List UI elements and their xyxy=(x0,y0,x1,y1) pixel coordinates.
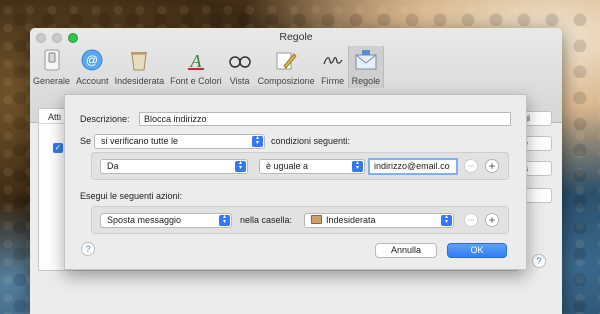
tab-font-e-colori[interactable]: A Font e Colori xyxy=(167,46,225,88)
preferences-toolbar: Generale @ Account Indesiderata A Font e… xyxy=(30,46,385,88)
chevron-updown-icon: ▴ ▾ xyxy=(235,160,246,172)
tab-account[interactable]: @ Account xyxy=(73,46,112,88)
condition-value-field[interactable]: indirizzo@email.co xyxy=(368,158,458,175)
description-label: Descrizione: xyxy=(80,114,130,124)
tab-label: Regole xyxy=(351,76,381,86)
tab-label: Firme xyxy=(321,76,345,86)
chevron-updown-icon: ▴ ▾ xyxy=(352,160,363,172)
at-sign-icon: @ xyxy=(80,48,104,72)
remove-condition-button[interactable]: − xyxy=(464,159,478,173)
conditions-box: Da ▴ ▾ è uguale a ▴ ▾ indirizzo@email.co −… xyxy=(91,152,509,180)
actions-box: Sposta messaggio ▴ ▾ nella casella: Indes… xyxy=(91,206,509,234)
action-type-popup[interactable]: Sposta messaggio ▴ ▾ xyxy=(100,213,232,228)
remove-action-button[interactable]: − xyxy=(464,213,478,227)
tab-indesiderata[interactable]: Indesiderata xyxy=(112,46,168,88)
rules-help-button[interactable]: ? xyxy=(532,254,546,268)
chevron-updown-icon: ▴ ▾ xyxy=(219,214,230,226)
description-field[interactable]: Blocca indirizzo xyxy=(139,112,511,126)
add-condition-button[interactable]: + xyxy=(485,159,499,173)
glasses-icon xyxy=(228,48,252,72)
mailbox-label: nella casella: xyxy=(240,215,293,225)
cancel-button[interactable]: Annulla xyxy=(375,243,437,258)
tab-label: Vista xyxy=(229,76,250,86)
if-label: Se xyxy=(80,136,92,146)
condition-mode-popup[interactable]: si verificano tutte le ▴ ▾ xyxy=(94,134,265,149)
rule-enabled-checkbox[interactable]: ✓ xyxy=(53,143,63,153)
tab-generale[interactable]: Generale xyxy=(30,46,73,88)
switch-icon xyxy=(40,48,64,72)
chevron-updown-icon: ▴ ▾ xyxy=(252,135,263,147)
action-type-value: Sposta messaggio xyxy=(107,215,182,225)
trash-junk-icon xyxy=(127,48,151,72)
chevron-updown-icon: ▴ ▾ xyxy=(441,214,452,226)
ok-button[interactable]: OK xyxy=(447,243,507,258)
pencil-icon xyxy=(274,48,298,72)
mailbox-popup[interactable]: Indesiderata ▴ ▾ xyxy=(304,213,454,228)
condition-operator-value: è uguale a xyxy=(266,161,309,171)
tab-label: Indesiderata xyxy=(114,76,165,86)
add-action-button[interactable]: + xyxy=(485,213,499,227)
condition-field-popup[interactable]: Da ▴ ▾ xyxy=(100,159,248,174)
font-icon: A xyxy=(184,48,208,72)
tab-firme[interactable]: Firme xyxy=(318,46,348,88)
tab-label: Generale xyxy=(33,76,71,86)
tab-composizione[interactable]: Composizione xyxy=(255,46,318,88)
svg-text:@: @ xyxy=(86,53,98,67)
signature-icon xyxy=(321,48,345,72)
window-title: Regole xyxy=(279,31,313,43)
condition-operator-popup[interactable]: è uguale a ▴ ▾ xyxy=(259,159,365,174)
tab-regole[interactable]: Regole xyxy=(347,46,385,88)
junk-mailbox-icon xyxy=(311,215,322,224)
mailbox-value: Indesiderata xyxy=(326,215,376,225)
tab-label: Composizione xyxy=(257,76,315,86)
condition-mode-value: si verificano tutte le xyxy=(101,136,179,146)
tab-vista[interactable]: Vista xyxy=(225,46,255,88)
actions-label: Esegui le seguenti azioni: xyxy=(80,191,183,201)
tab-label: Account xyxy=(76,76,109,86)
tab-label: Font e Colori xyxy=(170,76,222,86)
conditions-suffix-label: condizioni seguenti: xyxy=(271,136,351,146)
condition-field-value: Da xyxy=(107,161,119,171)
rule-editor-sheet: Descrizione: Blocca indirizzo Se si veri… xyxy=(64,94,527,270)
rules-envelope-icon xyxy=(354,48,378,72)
help-button[interactable]: ? xyxy=(81,242,95,256)
